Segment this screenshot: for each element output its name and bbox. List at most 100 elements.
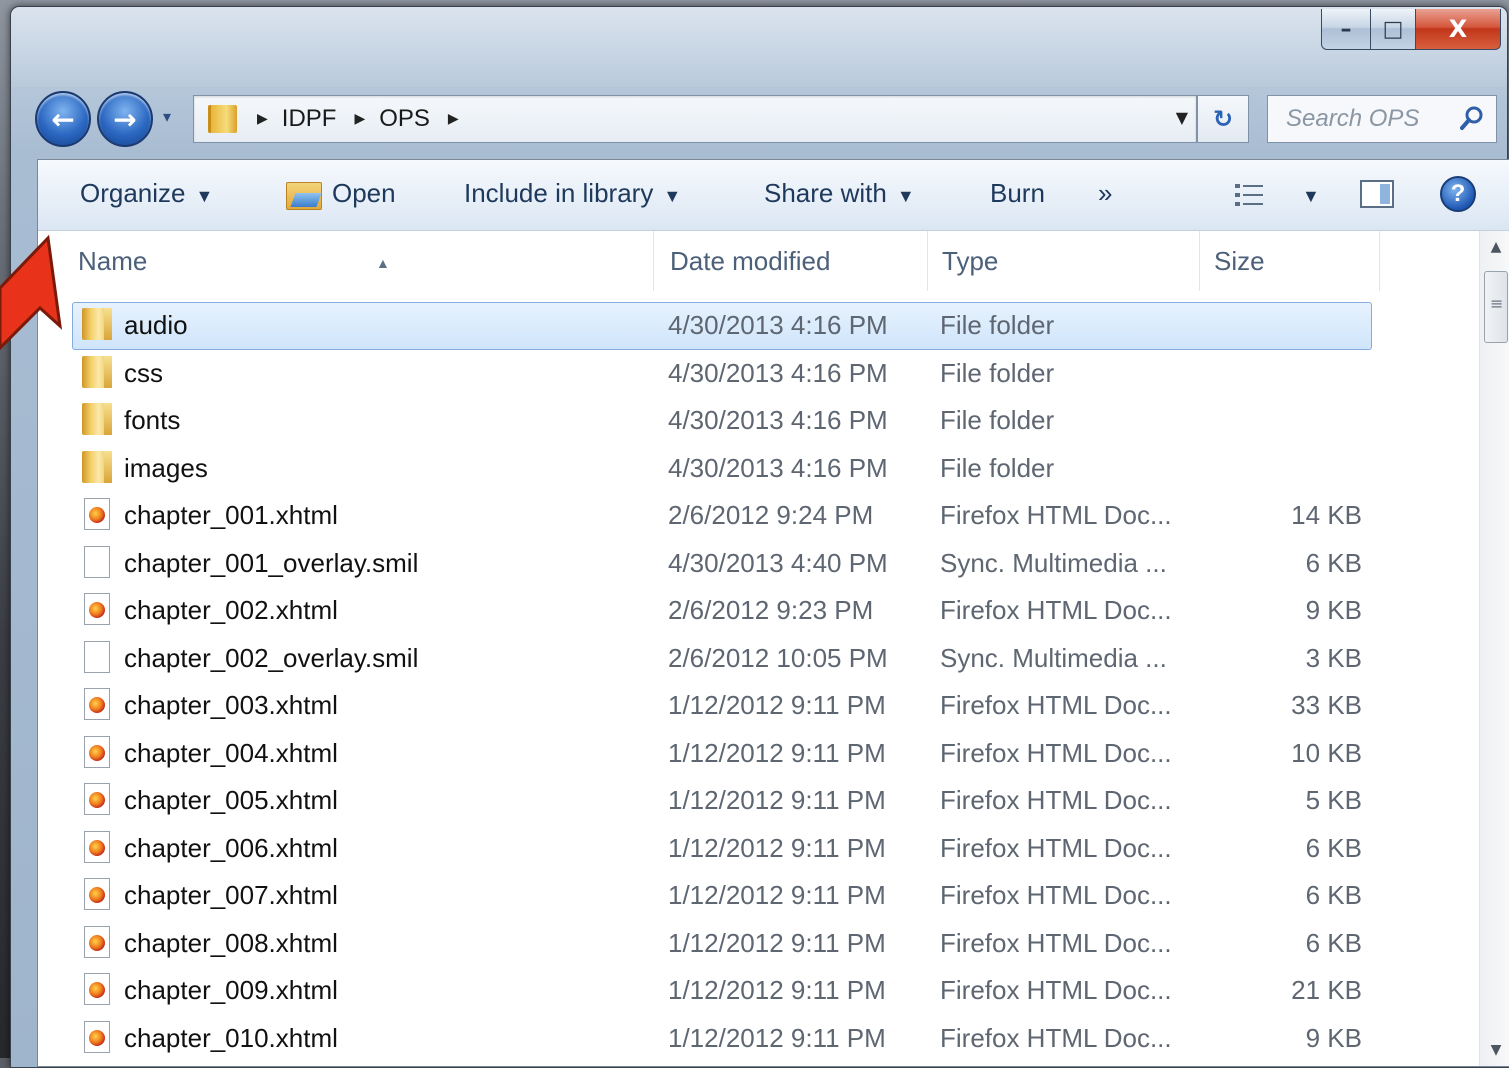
file-row[interactable]: chapter_004.xhtml 1/12/2012 9:11 PM Firefo… — [38, 728, 1478, 776]
file-type: Firefox HTML Doc... — [940, 880, 1172, 910]
address-bar[interactable]: ▶ IDPF ▶ OPS ▶ ▼ — [193, 95, 1197, 143]
firefox-document-icon — [84, 1020, 110, 1053]
vertical-scrollbar[interactable]: ▲ ▼ — [1479, 231, 1509, 1066]
search-icon[interactable] — [1458, 104, 1486, 132]
breadcrumb-arrow-icon[interactable]: ▶ — [448, 111, 459, 127]
address-history-dropdown[interactable]: ▼ — [1176, 108, 1188, 127]
column-header-name-label: Name — [78, 246, 148, 276]
open-folder-icon[interactable] — [286, 182, 322, 210]
recent-pages-dropdown[interactable]: ▾ — [163, 107, 171, 126]
more-commands-button[interactable]: » — [1098, 178, 1112, 209]
file-name: chapter_006.xhtml — [124, 832, 338, 863]
firefox-document-icon — [84, 498, 110, 530]
breadcrumb-idpf[interactable]: IDPF — [282, 105, 337, 133]
file-row[interactable]: chapter_008.xhtml 1/12/2012 9:11 PM Firefo… — [38, 918, 1478, 966]
file-list: audio 4/30/2013 4:16 PM File folder css 4/30… — [38, 300, 1478, 1066]
file-date-modified: 2/6/2012 10:05 PM — [668, 642, 888, 673]
file-name: fonts — [124, 405, 181, 435]
chevron-down-icon: ▼ — [1302, 186, 1320, 206]
breadcrumb-arrow-icon[interactable]: ▶ — [354, 111, 365, 127]
file-row[interactable]: chapter_002_overlay.smil 2/6/2012 10:05 P… — [38, 633, 1478, 681]
include-in-library-button[interactable]: Include in library ▼ — [464, 178, 681, 209]
column-header-date[interactable]: Date modified — [656, 231, 928, 291]
share-with-button[interactable]: Share with ▼ — [764, 178, 915, 209]
breadcrumb-ops[interactable]: OPS — [379, 105, 430, 133]
share-with-label: Share with — [764, 178, 887, 208]
file-size: 14 KB — [1291, 500, 1362, 530]
file-name: chapter_007.xhtml — [124, 880, 338, 910]
file-name: chapter_001_overlay.smil — [124, 547, 419, 578]
file-type: Sync. Multimedia ... — [940, 642, 1167, 673]
firefox-document-icon — [84, 830, 110, 863]
organize-button[interactable]: Organize ▼ — [80, 178, 213, 209]
explorer-window: – □ X ← → ▾ ▶ IDPF ▶ OPS ▶ ▼ ↻ Search OP… — [10, 6, 1509, 1068]
help-icon[interactable]: ? — [1440, 176, 1476, 212]
file-type: Firefox HTML Doc... — [940, 690, 1172, 720]
file-date-modified: 4/30/2013 4:16 PM — [668, 357, 888, 388]
file-row[interactable]: audio 4/30/2013 4:16 PM File folder — [38, 300, 1478, 350]
preview-pane-icon[interactable] — [1360, 180, 1394, 208]
scroll-down-icon[interactable]: ▼ — [1480, 1034, 1509, 1066]
view-options-dropdown[interactable]: ▼ — [1292, 178, 1320, 209]
file-row[interactable]: images 4/30/2013 4:16 PM File folder — [38, 443, 1478, 491]
file-name: css — [124, 357, 163, 388]
refresh-button[interactable]: ↻ — [1197, 95, 1249, 143]
change-view-icon[interactable] — [1234, 182, 1266, 208]
column-header-name[interactable]: Name ▲ — [64, 231, 654, 291]
file-row[interactable]: chapter_002.xhtml 2/6/2012 9:23 PM Firefox… — [38, 585, 1478, 633]
file-row[interactable]: chapter_007.xhtml 1/12/2012 9:11 PM Firefo… — [38, 870, 1478, 918]
content-pane: Organize ▼ Open Include in library ▼ Share… — [37, 159, 1509, 1067]
minimize-button[interactable]: – — [1321, 9, 1371, 50]
blank-document-icon — [84, 545, 110, 578]
file-date-modified: 1/12/2012 9:11 PM — [668, 1022, 886, 1053]
file-date-modified: 2/6/2012 9:24 PM — [668, 500, 874, 530]
firefox-document-icon — [84, 878, 110, 910]
file-name: chapter_010.xhtml — [124, 1022, 338, 1053]
file-row[interactable]: chapter_005.xhtml 1/12/2012 9:11 PM Firefo… — [38, 775, 1478, 823]
file-type: Firefox HTML Doc... — [940, 737, 1172, 768]
file-date-modified: 4/30/2013 4:16 PM — [668, 310, 888, 340]
back-button[interactable]: ← — [35, 91, 91, 147]
file-name: audio — [124, 310, 188, 340]
firefox-document-icon — [84, 973, 110, 1005]
column-header-type[interactable]: Type — [928, 231, 1200, 291]
file-name: chapter_002.xhtml — [124, 595, 338, 625]
file-size: 6 KB — [1305, 547, 1362, 578]
column-header-size[interactable]: Size — [1200, 231, 1380, 291]
file-type: Firefox HTML Doc... — [940, 500, 1172, 530]
scroll-up-icon[interactable]: ▲ — [1480, 231, 1509, 263]
sort-ascending-icon: ▲ — [376, 255, 390, 271]
search-input[interactable]: Search OPS — [1286, 105, 1419, 133]
red-arrow-icon — [0, 234, 63, 351]
file-type: Firefox HTML Doc... — [940, 1022, 1172, 1053]
scrollbar-thumb[interactable] — [1484, 271, 1508, 343]
file-row[interactable]: chapter_001.xhtml 2/6/2012 9:24 PM Firefox… — [38, 490, 1478, 538]
file-date-modified: 1/12/2012 9:11 PM — [668, 785, 886, 815]
file-row[interactable]: chapter_010.xhtml 1/12/2012 9:11 PM Firefo… — [38, 1013, 1478, 1061]
blank-document-icon — [84, 640, 110, 673]
file-date-modified: 1/12/2012 9:11 PM — [668, 737, 886, 768]
navigation-bar: ← → ▾ ▶ IDPF ▶ OPS ▶ ▼ ↻ Search OPS — [11, 87, 1507, 149]
open-button[interactable]: Open — [332, 178, 396, 209]
firefox-document-icon — [84, 688, 110, 720]
file-size: 5 KB — [1305, 785, 1362, 815]
maximize-button[interactable]: □ — [1371, 9, 1416, 50]
file-size: 6 KB — [1305, 927, 1362, 958]
search-box[interactable]: Search OPS — [1267, 95, 1497, 143]
file-row[interactable]: fonts 4/30/2013 4:16 PM File folder — [38, 395, 1478, 443]
file-size: 21 KB — [1291, 975, 1362, 1005]
file-name: chapter_005.xhtml — [124, 785, 338, 815]
file-row[interactable]: chapter_003.xhtml 1/12/2012 9:11 PM Firefo… — [38, 680, 1478, 728]
chevron-down-icon: ▼ — [195, 186, 214, 206]
burn-button[interactable]: Burn — [990, 178, 1045, 209]
firefox-document-icon — [84, 735, 110, 768]
close-button[interactable]: X — [1416, 9, 1501, 50]
forward-button[interactable]: → — [97, 91, 153, 147]
file-row[interactable]: chapter_009.xhtml 1/12/2012 9:11 PM Firefo… — [38, 965, 1478, 1013]
file-row[interactable]: css 4/30/2013 4:16 PM File folder — [38, 348, 1478, 396]
breadcrumb-arrow-icon[interactable]: ▶ — [257, 111, 268, 127]
chevron-down-icon: ▼ — [663, 186, 682, 206]
folder-icon — [82, 450, 112, 483]
file-row[interactable]: chapter_001_overlay.smil 4/30/2013 4:40 P… — [38, 538, 1478, 586]
file-row[interactable]: chapter_006.xhtml 1/12/2012 9:11 PM Firefo… — [38, 823, 1478, 871]
